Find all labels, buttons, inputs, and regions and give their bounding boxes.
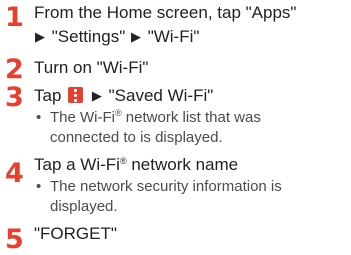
step-note: • The Wi-Fi® network list that was (36, 109, 261, 127)
registered-mark: ® (115, 108, 122, 118)
step-text-line2: ▶ "Settings" ▶ "Wi-Fi" (34, 27, 199, 47)
arrow-right-icon: ▶ (35, 29, 45, 44)
bullet: • (36, 109, 42, 126)
bullet: • (36, 178, 42, 195)
step-text-line1: From the Home screen, tap "Apps" (34, 3, 297, 22)
arrow-right-icon: ▶ (130, 29, 141, 44)
step-number: 2 (5, 54, 24, 85)
step-text: From the Home screen, tap "Apps" (34, 3, 296, 23)
wifi-label: "Wi-Fi" (147, 27, 200, 46)
step-note-continued: connected to is displayed. (50, 129, 223, 146)
saved-wifi-label: "Saved Wi-Fi" (108, 86, 214, 105)
step-text-b: network name (126, 155, 239, 174)
step-number: 4 (5, 158, 24, 189)
registered-mark: ® (119, 156, 127, 166)
note-text-a: The Wi-Fi (50, 109, 115, 126)
step-text: Turn on "Wi-Fi" (34, 58, 149, 77)
settings-label: "Settings" (51, 27, 126, 46)
step-number: 1 (5, 2, 24, 33)
step-note: • The network security information is (36, 178, 282, 196)
step-text: Tap a Wi-Fi® network name (34, 155, 238, 175)
step-number: 3 (5, 82, 24, 113)
arrow-right-icon: ▶ (91, 88, 102, 103)
note-text: The network security information is (50, 178, 282, 195)
note-text-b: network list that was (121, 109, 261, 126)
step-number: 5 (5, 224, 24, 255)
step-text: Tap ▶ "Saved Wi-Fi" (34, 86, 213, 106)
tap-label: Tap (34, 86, 62, 105)
step-text-a: Tap a Wi-Fi (34, 155, 120, 174)
step-note-continued: displayed. (50, 198, 118, 215)
step-text: "FORGET" (34, 224, 117, 243)
more-options-icon (68, 87, 84, 103)
